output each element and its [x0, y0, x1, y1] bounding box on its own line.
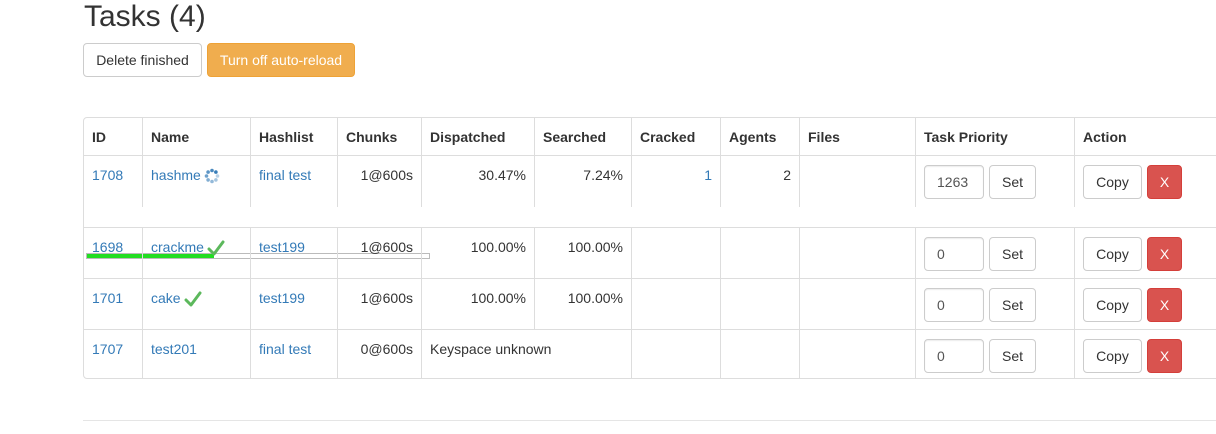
delete-task-button[interactable]: X: [1147, 165, 1182, 199]
hashlist-link[interactable]: final test: [259, 167, 311, 183]
check-icon: [184, 291, 202, 307]
footer-divider: [83, 420, 1216, 421]
task-id-link[interactable]: 1698: [92, 239, 123, 255]
task-priority-input[interactable]: [924, 339, 984, 373]
task-name-link[interactable]: hashme: [151, 167, 201, 183]
dispatched-value: 30.47%: [478, 167, 526, 183]
table-header-row: ID Name Hashlist Chunks Dispatched Searc…: [84, 118, 1216, 156]
task-priority-input[interactable]: [924, 288, 984, 322]
delete-finished-button[interactable]: Delete finished: [83, 43, 202, 77]
copy-task-button[interactable]: Copy: [1083, 237, 1142, 271]
delete-task-button[interactable]: X: [1147, 339, 1182, 373]
check-icon: [207, 240, 225, 256]
header-files: Files: [799, 118, 915, 155]
searched-value: 100.00%: [567, 239, 623, 255]
header-hashlist: Hashlist: [250, 118, 337, 155]
header-searched: Searched: [534, 118, 631, 155]
task-name-link[interactable]: test201: [151, 341, 197, 357]
header-task-priority: Task Priority: [915, 118, 1074, 155]
table-row: 1708 hashme final test 1@600s 30.47% 7.24% 1 2 S…: [84, 156, 1216, 259]
table-row: 1701 cake test199 1@600s 100.00% 100.00% Set Co…: [84, 279, 1216, 330]
cracked-link[interactable]: 1: [704, 167, 712, 183]
header-action: Action: [1074, 118, 1216, 155]
set-priority-button[interactable]: Set: [989, 339, 1036, 373]
task-name-link[interactable]: crackme: [151, 239, 204, 255]
dispatched-value: Keyspace unknown: [430, 341, 552, 357]
header-agents: Agents: [720, 118, 799, 155]
task-id-link[interactable]: 1707: [92, 341, 123, 357]
copy-task-button[interactable]: Copy: [1083, 339, 1142, 373]
dispatched-value: 100.00%: [470, 290, 526, 306]
toggle-auto-reload-button[interactable]: Turn off auto-reload: [207, 43, 355, 77]
task-id-link[interactable]: 1708: [92, 167, 123, 183]
table-row: 1707 test201 final test 0@600s Keyspace unkn…: [84, 330, 1216, 378]
copy-task-button[interactable]: Copy: [1083, 288, 1142, 322]
table-row: 1698 crackme test199 1@600s 100.00% 100.00% Se…: [84, 228, 1216, 279]
chunks-value: 1@600s: [360, 290, 413, 306]
header-cracked: Cracked: [631, 118, 720, 155]
task-id-link[interactable]: 1701: [92, 290, 123, 306]
delete-task-button[interactable]: X: [1147, 237, 1182, 271]
set-priority-button[interactable]: Set: [989, 165, 1036, 199]
searched-value: 7.24%: [583, 167, 623, 183]
task-priority-input[interactable]: [924, 237, 984, 271]
hashlist-link[interactable]: final test: [259, 341, 311, 357]
agents-value: 2: [783, 167, 791, 183]
copy-task-button[interactable]: Copy: [1083, 165, 1142, 199]
tasks-table: ID Name Hashlist Chunks Dispatched Searc…: [83, 117, 1216, 379]
chunks-value: 1@600s: [360, 239, 413, 255]
hashlist-link[interactable]: test199: [259, 290, 305, 306]
searched-value: 100.00%: [567, 290, 623, 306]
chunks-value: 0@600s: [360, 341, 413, 357]
header-chunks: Chunks: [337, 118, 421, 155]
header-id: ID: [92, 129, 106, 145]
hashlist-link[interactable]: test199: [259, 239, 305, 255]
page-title: Tasks (4): [84, 0, 206, 33]
spinner-icon: [204, 168, 220, 184]
chunks-value: 1@600s: [360, 167, 413, 183]
header-name: Name: [142, 118, 250, 155]
header-dispatched: Dispatched: [421, 118, 534, 155]
set-priority-button[interactable]: Set: [989, 237, 1036, 271]
task-priority-input[interactable]: [924, 165, 984, 199]
dispatched-value: 100.00%: [470, 239, 526, 255]
set-priority-button[interactable]: Set: [989, 288, 1036, 322]
delete-task-button[interactable]: X: [1147, 288, 1182, 322]
task-name-link[interactable]: cake: [151, 290, 181, 306]
